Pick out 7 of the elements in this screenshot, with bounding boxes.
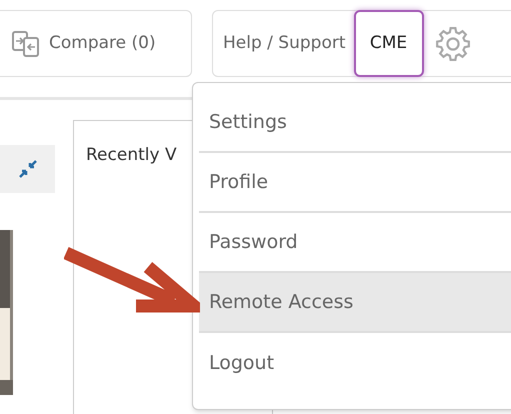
help-support-link[interactable]: Help / Support [223,30,346,56]
menu-item[interactable]: Remote Access [199,273,511,333]
collapse-button[interactable] [0,145,55,193]
collapse-icon [18,159,38,179]
panel-title: Recently V [86,144,177,167]
cme-button[interactable]: CME [354,10,424,77]
compare-icon [11,28,41,58]
